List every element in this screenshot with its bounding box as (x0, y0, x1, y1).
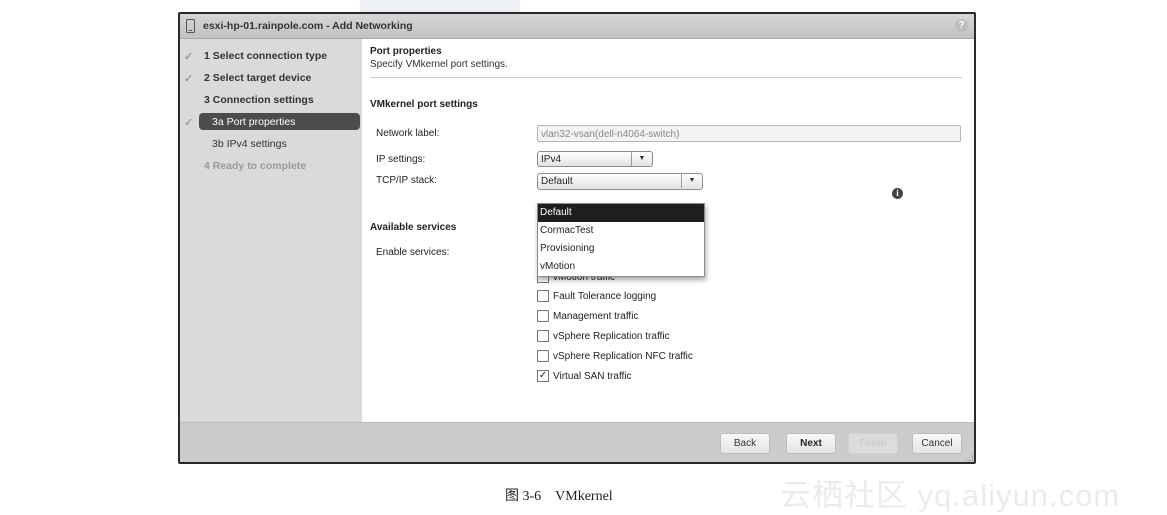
resize-grip-icon[interactable] (966, 454, 973, 461)
figure-caption: 图 3-6 VMkernel (505, 489, 613, 504)
step-select-connection-type[interactable]: ✓ 1 Select connection type (180, 45, 362, 67)
checkmark-icon: ✓ (538, 370, 548, 381)
dropdown-option-vmotion[interactable]: vMotion (538, 258, 704, 276)
service-vsphere-replication-traffic[interactable]: vSphere Replication traffic (537, 328, 670, 344)
service-label: Virtual SAN traffic (553, 370, 632, 382)
service-fault-tolerance-logging[interactable]: Fault Tolerance logging (537, 288, 656, 304)
wizard-steps: ✓ 1 Select connection type ✓ 2 Select ta… (180, 39, 362, 423)
check-icon: ✓ (184, 72, 194, 85)
step-port-properties[interactable]: ✓ 3a Port properties (180, 111, 362, 133)
step-label: 3a Port properties (212, 116, 296, 128)
dropdown-option-provisioning[interactable]: Provisioning (538, 240, 704, 258)
section-vmkernel-port-settings: VMkernel port settings (370, 99, 478, 110)
divider (370, 77, 962, 78)
wizard-footer: Back Next Finish Cancel (180, 422, 974, 462)
ip-settings-select[interactable]: IPv4 ▼ (537, 151, 653, 167)
next-button[interactable]: Next (786, 433, 836, 454)
step-select-target-device[interactable]: ✓ 2 Select target device (180, 67, 362, 89)
ip-settings-value: IPv4 (541, 154, 562, 165)
wizard-content: Port properties Specify VMkernel port se… (362, 39, 974, 423)
step-connection-settings[interactable]: 3 Connection settings (180, 89, 362, 111)
network-label-field[interactable]: vlan32-vsan(dell-n4064-switch) (537, 125, 961, 142)
tcpip-stack-label: TCP/IP stack: (376, 175, 437, 186)
tcpip-stack-select[interactable]: Default ▼ (537, 173, 703, 190)
tcpip-stack-dropdown: Default CormacTest Provisioning vMotion (537, 203, 705, 277)
chevron-down-icon: ▼ (681, 174, 702, 188)
step-label: 2 Select target device (204, 72, 312, 84)
add-networking-dialog: esxi-hp-01.rainpole.com - Add Networking… (178, 12, 976, 464)
host-icon (186, 19, 195, 33)
service-virtual-san-traffic[interactable]: ✓ Virtual SAN traffic (537, 368, 632, 384)
tcpip-stack-value: Default (541, 176, 573, 187)
finish-button: Finish (848, 433, 898, 454)
window-title: esxi-hp-01.rainpole.com - Add Networking (203, 20, 413, 32)
enable-services-label: Enable services: (376, 247, 450, 258)
service-label: Management traffic (553, 310, 639, 322)
dropdown-option-cormactest[interactable]: CormacTest (538, 222, 704, 240)
service-label: vSphere Replication NFC traffic (553, 350, 693, 362)
step-ready-to-complete: 4 Ready to complete (180, 155, 362, 177)
section-available-services: Available services (370, 222, 457, 233)
title-bar: esxi-hp-01.rainpole.com - Add Networking… (180, 14, 974, 39)
step-label: 1 Select connection type (204, 50, 328, 62)
checkbox[interactable] (537, 330, 549, 342)
dropdown-option-default[interactable]: Default (538, 204, 704, 222)
cancel-button[interactable]: Cancel (912, 433, 962, 454)
network-label-label: Network label: (376, 128, 440, 139)
service-label: Fault Tolerance logging (553, 290, 657, 302)
checkbox-checked[interactable]: ✓ (537, 370, 549, 382)
step-label: 4 Ready to complete (204, 160, 307, 172)
step-label: 3 Connection settings (204, 94, 314, 106)
checkbox[interactable] (537, 350, 549, 362)
service-vsphere-replication-nfc-traffic[interactable]: vSphere Replication NFC traffic (537, 348, 693, 364)
checkbox[interactable] (537, 290, 549, 302)
site-watermark: 云栖社区 yq.aliyun.com (780, 478, 1121, 513)
page-title: Port properties (370, 46, 442, 57)
check-icon: ✓ (184, 50, 194, 63)
step-label: 3b IPv4 settings (212, 138, 287, 150)
ip-settings-label: IP settings: (376, 154, 426, 165)
back-button[interactable]: Back (720, 433, 770, 454)
service-label: vSphere Replication traffic (553, 330, 670, 342)
info-icon[interactable]: i (892, 188, 903, 199)
chevron-down-icon: ▼ (631, 152, 652, 166)
service-management-traffic[interactable]: Management traffic (537, 308, 638, 324)
help-icon[interactable]: ? (955, 19, 968, 32)
step-ipv4-settings[interactable]: 3b IPv4 settings (180, 133, 362, 155)
checkbox[interactable] (537, 310, 549, 322)
check-icon: ✓ (184, 116, 194, 129)
page-subtitle: Specify VMkernel port settings. (370, 59, 508, 70)
